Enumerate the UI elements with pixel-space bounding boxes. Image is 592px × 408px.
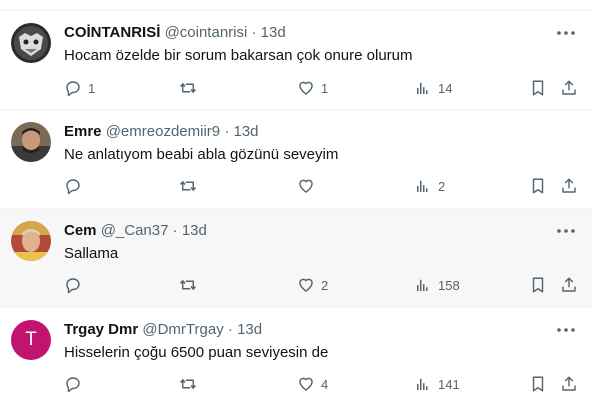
more-horizontal-icon xyxy=(557,328,575,332)
user-handle[interactable]: @emreozdemiir9 xyxy=(106,123,220,140)
display-name[interactable]: COİNTANRISİ xyxy=(64,24,160,41)
tweet-reply[interactable]: COİNTANRISİ @cointanrisi · 13d Hocam öze… xyxy=(0,11,592,110)
views-button[interactable]: 141 xyxy=(414,374,460,394)
heart-icon xyxy=(299,81,313,95)
separator-dot: · xyxy=(227,321,233,338)
display-name[interactable]: Trgay Dmr xyxy=(64,321,138,338)
heart-icon xyxy=(299,179,313,193)
share-icon xyxy=(562,178,576,193)
retweet-button[interactable] xyxy=(178,78,204,98)
tweet-header: Emre @emreozdemiir9 · 13d xyxy=(64,123,259,141)
bookmark-icon xyxy=(532,178,544,194)
tweet-reply[interactable]: T Trgay Dmr @DmrTrgay · 13d Hisselerin ç… xyxy=(0,308,592,408)
like-button[interactable]: 1 xyxy=(297,78,328,98)
bookmark-icon xyxy=(532,376,544,392)
like-button[interactable]: 4 xyxy=(297,374,328,394)
bookmark-icon xyxy=(532,277,544,293)
action-bar: 2 xyxy=(64,176,580,196)
view-count: 158 xyxy=(438,277,460,293)
tweet-reply[interactable]: Emre @emreozdemiir9 · 13d Ne anlatıyom b… xyxy=(0,110,592,209)
retweet-icon xyxy=(179,82,197,94)
bookmark-button[interactable] xyxy=(530,78,546,98)
like-count: 2 xyxy=(321,277,329,293)
tweet-text: Hocam özelde bir sorum bakarsan çok onur… xyxy=(64,47,413,64)
user-handle[interactable]: @DmrTrgay xyxy=(142,321,223,338)
heart-icon xyxy=(299,377,313,391)
reply-count: 1 xyxy=(88,80,96,96)
tweet-text: Ne anlatıyom beabi abla gözünü seveyim xyxy=(64,146,339,163)
bookmark-icon xyxy=(532,80,544,96)
retweet-icon xyxy=(179,180,197,192)
tweet-text: Hisselerin çoğu 6500 puan seviyesin de xyxy=(64,344,329,361)
tweet-reply[interactable]: Cem @_Can37 · 13d Sallama 2 158 xyxy=(0,209,592,308)
timestamp[interactable]: 13d xyxy=(233,123,258,140)
timestamp[interactable]: 13d xyxy=(182,222,207,239)
display-name[interactable]: Cem xyxy=(64,222,97,239)
share-icon xyxy=(562,80,576,95)
share-button[interactable] xyxy=(560,374,578,394)
action-bar: 4 141 xyxy=(64,374,580,394)
separator-dot: · xyxy=(251,24,257,41)
retweet-button[interactable] xyxy=(178,275,204,295)
tweet-text: Sallama xyxy=(64,245,119,262)
tweet-header: Cem @_Can37 · 13d xyxy=(64,222,207,240)
user-handle[interactable]: @cointanrisi xyxy=(165,24,248,41)
action-bar: 2 158 xyxy=(64,275,580,295)
like-button[interactable]: 2 xyxy=(297,275,328,295)
share-button[interactable] xyxy=(560,275,578,295)
more-options-button[interactable] xyxy=(556,321,576,339)
more-options-button[interactable] xyxy=(556,222,576,240)
display-name[interactable]: Emre xyxy=(64,123,102,140)
retweet-icon xyxy=(179,279,197,291)
share-button[interactable] xyxy=(560,78,578,98)
more-options-button[interactable] xyxy=(556,24,576,42)
user-handle[interactable]: @_Can37 xyxy=(101,222,169,239)
bookmark-button[interactable] xyxy=(530,176,546,196)
reply-icon xyxy=(66,278,80,294)
timestamp[interactable]: 13d xyxy=(261,24,286,41)
share-icon xyxy=(562,376,576,391)
views-button[interactable]: 14 xyxy=(414,78,452,98)
reply-button[interactable] xyxy=(64,275,88,295)
views-button[interactable]: 2 xyxy=(414,176,445,196)
like-count: 4 xyxy=(321,376,329,392)
analytics-icon xyxy=(417,378,428,390)
tweet-header: COİNTANRISİ @cointanrisi · 13d xyxy=(64,24,286,42)
share-button[interactable] xyxy=(560,176,578,196)
analytics-icon xyxy=(417,279,428,291)
analytics-icon xyxy=(417,82,428,94)
avatar[interactable] xyxy=(11,23,51,63)
retweet-button[interactable] xyxy=(178,176,204,196)
reply-icon xyxy=(66,179,80,195)
like-button[interactable] xyxy=(297,176,321,196)
bookmark-button[interactable] xyxy=(530,275,546,295)
avatar[interactable] xyxy=(11,221,51,261)
retweet-icon xyxy=(179,378,197,390)
view-count: 141 xyxy=(438,376,460,392)
timestamp[interactable]: 13d xyxy=(237,321,262,338)
share-icon xyxy=(562,277,576,292)
reply-icon xyxy=(66,377,80,393)
reply-button[interactable]: 1 xyxy=(64,78,95,98)
retweet-button[interactable] xyxy=(178,374,204,394)
views-button[interactable]: 158 xyxy=(414,275,460,295)
more-horizontal-icon xyxy=(557,31,575,35)
reply-button[interactable] xyxy=(64,374,88,394)
tweet-header: Trgay Dmr @DmrTrgay · 13d xyxy=(64,321,262,339)
like-count: 1 xyxy=(321,80,329,96)
separator-dot: · xyxy=(224,123,230,140)
bookmark-button[interactable] xyxy=(530,374,546,394)
separator-dot: · xyxy=(172,222,178,239)
avatar[interactable] xyxy=(11,122,51,162)
heart-icon xyxy=(299,278,313,292)
avatar[interactable]: T xyxy=(11,320,51,360)
analytics-icon xyxy=(417,180,428,192)
action-bar: 1 1 14 xyxy=(64,78,580,98)
view-count: 2 xyxy=(438,178,446,194)
more-horizontal-icon xyxy=(557,229,575,233)
reply-button[interactable] xyxy=(64,176,88,196)
reply-icon xyxy=(66,81,80,97)
view-count: 14 xyxy=(438,80,453,96)
